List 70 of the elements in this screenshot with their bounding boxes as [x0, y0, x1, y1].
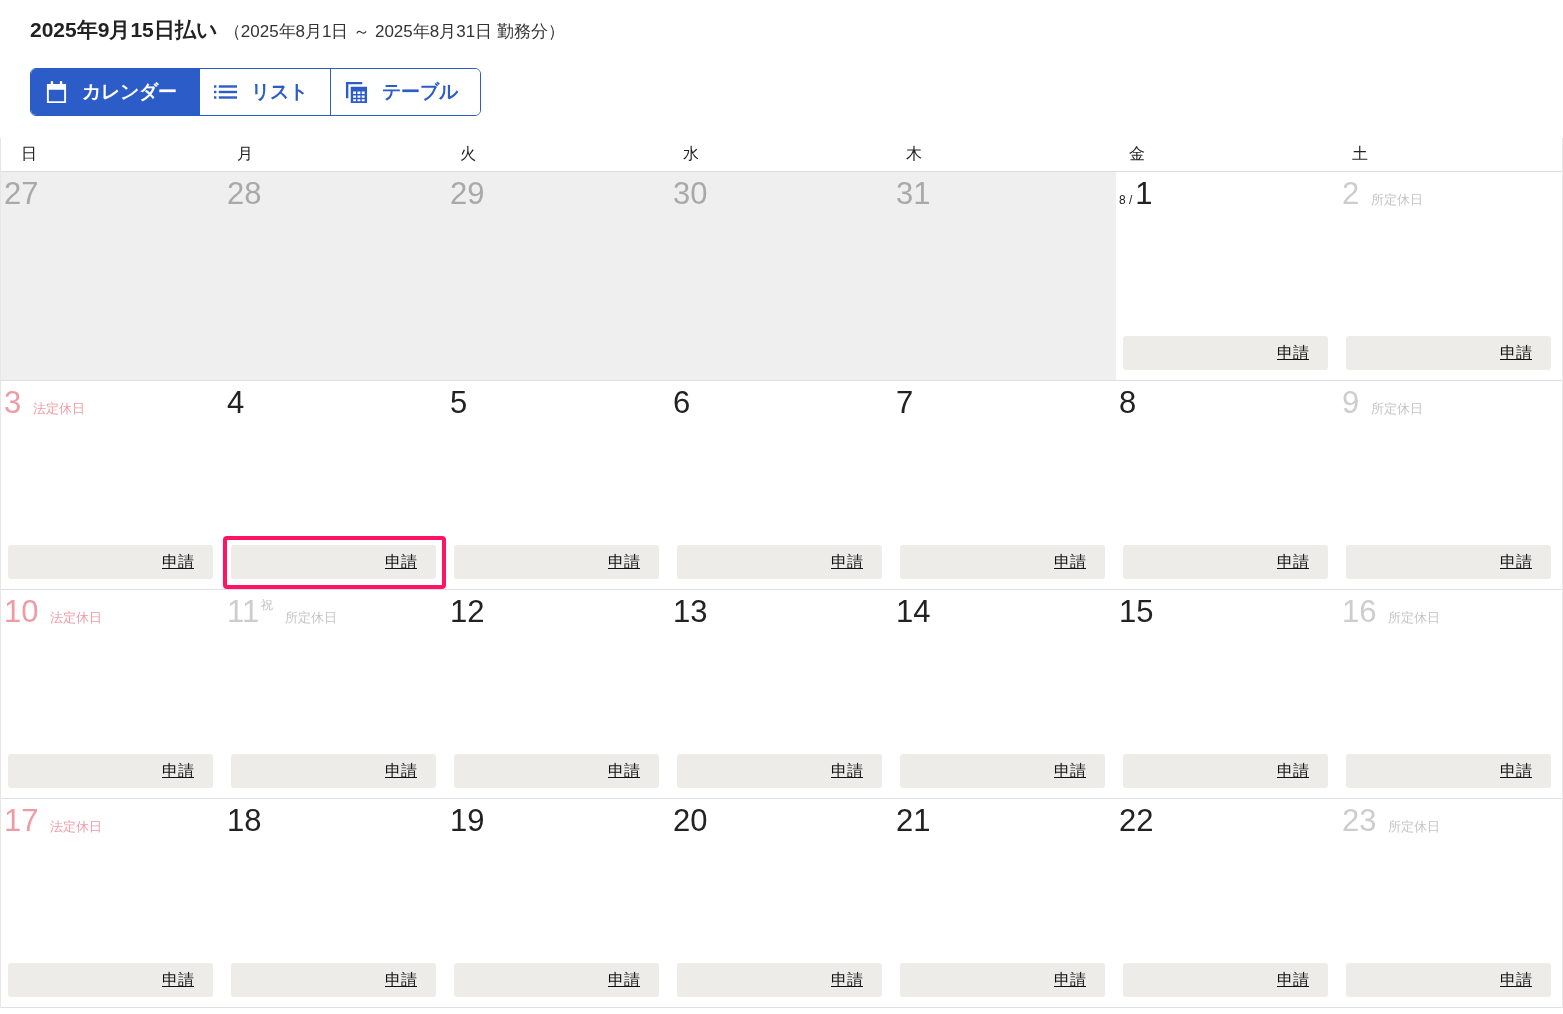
day-type-label: 所定休日 [1371, 400, 1424, 418]
apply-button[interactable]: 申請 [454, 545, 659, 579]
weekday-label: 日 [20, 144, 37, 164]
apply-button[interactable]: 申請 [1123, 545, 1328, 579]
day-type-label: 法定休日 [33, 400, 86, 418]
apply-button[interactable]: 申請 [1123, 754, 1328, 788]
apply-button[interactable]: 申請 [900, 545, 1105, 579]
apply-button[interactable]: 申請 [677, 754, 882, 788]
apply-button[interactable]: 申請 [454, 963, 659, 997]
day-type-label: 所定休日 [1371, 191, 1424, 209]
holiday-mark: 祝 [261, 597, 274, 614]
day-number: 27 [4, 176, 39, 212]
day-type-label: 法定休日 [50, 818, 103, 836]
view-tab[interactable]: カレンダー [31, 69, 199, 115]
view-tab[interactable]: テーブル [330, 69, 480, 115]
apply-button[interactable]: 申請 [1123, 963, 1328, 997]
apply-button[interactable]: 申請 [1123, 336, 1328, 370]
day-number: 29 [450, 176, 485, 212]
payment-title: 2025年9月15日払い [30, 17, 218, 43]
day-number: 10 [4, 594, 39, 630]
day-number: 19 [450, 803, 485, 839]
day-number: 13 [673, 594, 708, 630]
day-number: 12 [450, 594, 485, 630]
month-prefix: 8 / [1119, 192, 1133, 209]
apply-button[interactable]: 申請 [1346, 754, 1551, 788]
day-type-label: 所定休日 [285, 609, 338, 627]
apply-button[interactable]: 申請 [231, 545, 436, 579]
weekday-label: 火 [459, 144, 476, 164]
day-type-label: 法定休日 [50, 609, 103, 627]
weekday-label: 土 [1351, 144, 1368, 164]
apply-button[interactable]: 申請 [900, 754, 1105, 788]
day-number: 31 [896, 176, 931, 212]
apply-button[interactable]: 申請 [677, 963, 882, 997]
weekday-label: 水 [682, 144, 699, 164]
apply-button[interactable]: 申請 [8, 754, 213, 788]
day-number: 21 [896, 803, 931, 839]
apply-button[interactable]: 申請 [231, 754, 436, 788]
day-number: 8 [1119, 385, 1137, 421]
day-number: 18 [227, 803, 262, 839]
apply-button[interactable]: 申請 [454, 754, 659, 788]
day-number: 30 [673, 176, 708, 212]
weekday-label: 木 [905, 144, 922, 164]
day-number: 3 [4, 385, 22, 421]
day-number: 4 [227, 385, 245, 421]
day-number: 17 [4, 803, 39, 839]
apply-button[interactable]: 申請 [231, 963, 436, 997]
period-text: （2025年8月1日 ～ 2025年8月31日 勤務分） [223, 21, 565, 43]
apply-button[interactable]: 申請 [677, 545, 882, 579]
apply-button[interactable]: 申請 [1346, 545, 1551, 579]
day-number: 1 [1135, 176, 1153, 212]
apply-button[interactable]: 申請 [1346, 963, 1551, 997]
weekday-label: 金 [1128, 144, 1145, 164]
table-icon [345, 80, 368, 104]
day-number: 5 [450, 385, 468, 421]
apply-button[interactable]: 申請 [1346, 336, 1551, 370]
day-number: 15 [1119, 594, 1154, 630]
day-number: 20 [673, 803, 708, 839]
calendar-icon [45, 80, 68, 104]
day-number: 22 [1119, 803, 1154, 839]
apply-button[interactable]: 申請 [8, 963, 213, 997]
day-number: 6 [673, 385, 691, 421]
list-icon [214, 85, 237, 99]
day-type-label: 所定休日 [1388, 609, 1441, 627]
day-number: 28 [227, 176, 262, 212]
day-number: 7 [896, 385, 914, 421]
apply-button[interactable]: 申請 [8, 545, 213, 579]
apply-button[interactable]: 申請 [900, 963, 1105, 997]
day-type-label: 所定休日 [1388, 818, 1441, 836]
day-number: 14 [896, 594, 931, 630]
weekday-label: 月 [236, 144, 253, 164]
